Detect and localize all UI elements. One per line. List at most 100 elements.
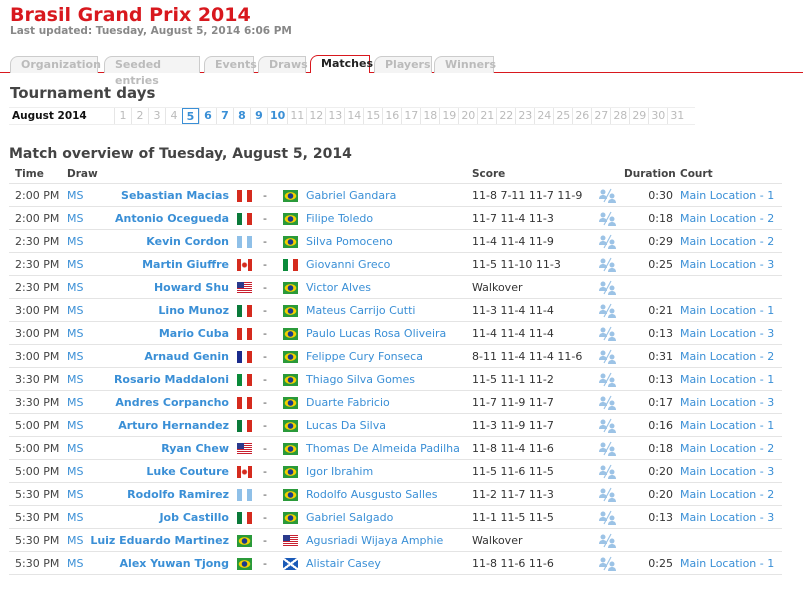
head-to-head-icon[interactable]	[599, 464, 617, 482]
draw-link[interactable]: MS	[67, 189, 83, 202]
match-time: 3:00 PM	[15, 350, 60, 363]
player2-link[interactable]: Mateus Carrijo Cutti	[306, 304, 415, 317]
court-link[interactable]: Main Location - 1	[680, 557, 774, 570]
draw-link[interactable]: MS	[67, 396, 83, 409]
draw-link[interactable]: MS	[67, 258, 83, 271]
court-link[interactable]: Main Location - 2	[680, 212, 774, 225]
tab-players[interactable]: Players	[374, 56, 432, 73]
court-link[interactable]: Main Location - 2	[680, 235, 774, 248]
player1-link[interactable]: Job Castillo	[159, 511, 229, 524]
player1-link[interactable]: Martin Giuffre	[142, 258, 229, 271]
day-6[interactable]: 6	[199, 108, 216, 124]
day-7[interactable]: 7	[216, 108, 233, 124]
player1-link[interactable]: Antonio Ocegueda	[115, 212, 229, 225]
head-to-head-icon[interactable]	[599, 211, 617, 229]
player2-link[interactable]: Duarte Fabricio	[306, 396, 390, 409]
court-link[interactable]: Main Location - 3	[680, 327, 774, 340]
head-to-head-icon[interactable]	[599, 533, 617, 551]
flag-br-icon	[283, 328, 298, 340]
head-to-head-icon[interactable]	[599, 303, 617, 321]
tab-draws[interactable]: Draws	[258, 56, 308, 73]
player1-link[interactable]: Luiz Eduardo Martinez	[90, 534, 229, 547]
head-to-head-icon[interactable]	[599, 418, 617, 436]
player2-link[interactable]: Silva Pomoceno	[306, 235, 393, 248]
draw-link[interactable]: MS	[67, 419, 83, 432]
day-5[interactable]: 5	[182, 108, 199, 124]
draw-link[interactable]: MS	[67, 281, 83, 294]
court-link[interactable]: Main Location - 3	[680, 396, 774, 409]
day-8[interactable]: 8	[233, 108, 250, 124]
court-link[interactable]: Main Location - 1	[680, 373, 774, 386]
head-to-head-icon[interactable]	[599, 395, 617, 413]
draw-link[interactable]: MS	[67, 373, 83, 386]
player1-link[interactable]: Alex Yuwan Tjong	[120, 557, 229, 570]
match-duration: 0:13	[648, 373, 673, 386]
player2-link[interactable]: Filipe Toledo	[306, 212, 373, 225]
court-link[interactable]: Main Location - 2	[680, 488, 774, 501]
player1-link[interactable]: Lino Munoz	[158, 304, 229, 317]
tab-organization[interactable]: Organization	[10, 56, 101, 73]
tab-winners[interactable]: Winners	[434, 56, 496, 73]
tab-seeded-entries[interactable]: Seeded entries	[104, 56, 200, 87]
player2-link[interactable]: Igor Ibrahim	[306, 465, 373, 478]
player1-link[interactable]: Kevin Cordon	[146, 235, 229, 248]
head-to-head-icon[interactable]	[599, 257, 617, 275]
head-to-head-icon[interactable]	[599, 372, 617, 390]
player1-link[interactable]: Sebastian Macias	[121, 189, 229, 202]
draw-link[interactable]: MS	[67, 511, 83, 524]
head-to-head-icon[interactable]	[599, 441, 617, 459]
head-to-head-icon[interactable]	[599, 556, 617, 574]
player1-link[interactable]: Ryan Chew	[161, 442, 229, 455]
day-9[interactable]: 9	[250, 108, 267, 124]
player2-link[interactable]: Felippe Cury Fonseca	[306, 350, 423, 363]
draw-link[interactable]: MS	[67, 488, 83, 501]
draw-link[interactable]: MS	[67, 235, 83, 248]
player1-link[interactable]: Luke Couture	[146, 465, 229, 478]
player1-link[interactable]: Howard Shu	[154, 281, 229, 294]
court-link[interactable]: Main Location - 2	[680, 442, 774, 455]
player2-link[interactable]: Alistair Casey	[306, 557, 381, 570]
head-to-head-icon[interactable]	[599, 510, 617, 528]
draw-link[interactable]: MS	[67, 465, 83, 478]
head-to-head-icon[interactable]	[599, 487, 617, 505]
tab-matches[interactable]: Matches	[310, 55, 373, 73]
head-to-head-icon[interactable]	[599, 234, 617, 252]
player1-link[interactable]: Mario Cuba	[159, 327, 229, 340]
head-to-head-icon[interactable]	[599, 188, 617, 206]
court-link[interactable]: Main Location - 3	[680, 465, 774, 478]
draw-link[interactable]: MS	[67, 442, 83, 455]
draw-link[interactable]: MS	[67, 304, 83, 317]
draw-link[interactable]: MS	[67, 350, 83, 363]
player2-link[interactable]: Giovanni Greco	[306, 258, 390, 271]
court-link[interactable]: Main Location - 1	[680, 304, 774, 317]
court-link[interactable]: Main Location - 1	[680, 189, 774, 202]
player2-link[interactable]: Paulo Lucas Rosa Oliveira	[306, 327, 446, 340]
player1-link[interactable]: Rosario Maddaloni	[114, 373, 229, 386]
head-to-head-icon[interactable]	[599, 349, 617, 367]
court-link[interactable]: Main Location - 1	[680, 419, 774, 432]
player2-link[interactable]: Thiago Silva Gomes	[306, 373, 415, 386]
draw-link[interactable]: MS	[67, 557, 83, 570]
court-link[interactable]: Main Location - 3	[680, 511, 774, 524]
court-link[interactable]: Main Location - 3	[680, 258, 774, 271]
player2-link[interactable]: Gabriel Salgado	[306, 511, 393, 524]
player2-link[interactable]: Victor Alves	[306, 281, 371, 294]
tab-events[interactable]: Events	[204, 56, 257, 73]
player2-link[interactable]: Agusriadi Wijaya Amphie	[306, 534, 443, 547]
player1-link[interactable]: Rodolfo Ramirez	[127, 488, 229, 501]
court-link[interactable]: Main Location - 2	[680, 350, 774, 363]
player1-link[interactable]: Andres Corpancho	[115, 396, 229, 409]
player2-link[interactable]: Thomas De Almeida Padilha	[306, 442, 460, 455]
draw-link[interactable]: MS	[67, 327, 83, 340]
player1-link[interactable]: Arnaud Genin	[144, 350, 229, 363]
player2-link[interactable]: Lucas Da Silva	[306, 419, 386, 432]
draw-link[interactable]: MS	[67, 212, 83, 225]
draw-link[interactable]: MS	[67, 534, 83, 547]
player2-link[interactable]: Gabriel Gandara	[306, 189, 396, 202]
player1-link[interactable]: Arturo Hernandez	[118, 419, 229, 432]
head-to-head-icon[interactable]	[599, 280, 617, 298]
player2-link[interactable]: Rodolfo Ausgusto Salles	[306, 488, 438, 501]
day-10[interactable]: 10	[267, 108, 287, 124]
col-score: Score	[472, 168, 506, 180]
head-to-head-icon[interactable]	[599, 326, 617, 344]
